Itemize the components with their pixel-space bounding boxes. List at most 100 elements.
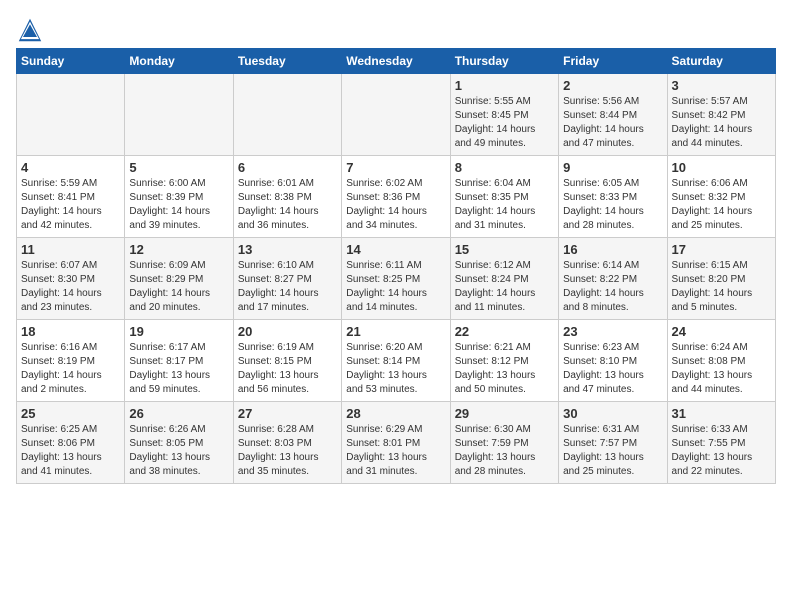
day-header-friday: Friday <box>559 49 667 74</box>
logo <box>16 16 48 44</box>
day-number: 7 <box>346 160 445 175</box>
calendar-table: SundayMondayTuesdayWednesdayThursdayFrid… <box>16 48 776 484</box>
logo-icon <box>16 16 44 44</box>
day-number: 17 <box>672 242 771 257</box>
day-number: 28 <box>346 406 445 421</box>
calendar-cell: 20Sunrise: 6:19 AM Sunset: 8:15 PM Dayli… <box>233 320 341 402</box>
day-info: Sunrise: 6:02 AM Sunset: 8:36 PM Dayligh… <box>346 177 445 233</box>
day-info: Sunrise: 6:20 AM Sunset: 8:14 PM Dayligh… <box>346 341 445 397</box>
calendar-cell: 7 Sunrise: 6:02 AM Sunset: 8:36 PM Daylig… <box>342 156 450 238</box>
day-number: 21 <box>346 324 445 339</box>
day-number: 14 <box>346 242 445 257</box>
page-container: SundayMondayTuesdayWednesdayThursdayFrid… <box>0 0 792 492</box>
day-info: Sunrise: 6:10 AM Sunset: 8:27 PM Dayligh… <box>238 259 337 315</box>
day-number: 24 <box>672 324 771 339</box>
day-number: 9 <box>563 160 662 175</box>
day-number: 16 <box>563 242 662 257</box>
day-info: Sunrise: 6:30 AM Sunset: 7:59 PM Dayligh… <box>455 423 554 479</box>
calendar-cell: 4 Sunrise: 5:59 AM Sunset: 8:41 PM Daylig… <box>17 156 125 238</box>
day-info: Sunrise: 6:23 AM Sunset: 8:10 PM Dayligh… <box>563 341 662 397</box>
calendar-cell: 9 Sunrise: 6:05 AM Sunset: 8:33 PM Daylig… <box>559 156 667 238</box>
calendar-week-3: 11Sunrise: 6:07 AM Sunset: 8:30 PM Dayli… <box>17 238 776 320</box>
header <box>16 16 776 44</box>
day-number: 2 <box>563 78 662 93</box>
day-number: 6 <box>238 160 337 175</box>
day-info: Sunrise: 6:24 AM Sunset: 8:08 PM Dayligh… <box>672 341 771 397</box>
calendar-cell: 31 Sunrise: 6:33 AM Sunset: 7:55 PM Dayli… <box>667 402 775 484</box>
calendar-cell: 16 Sunrise: 6:14 AM Sunset: 8:22 PM Dayli… <box>559 238 667 320</box>
calendar-cell: 27Sunrise: 6:28 AM Sunset: 8:03 PM Dayli… <box>233 402 341 484</box>
day-info: Sunrise: 6:01 AM Sunset: 8:38 PM Dayligh… <box>238 177 337 233</box>
day-number: 12 <box>129 242 228 257</box>
day-number: 8 <box>455 160 554 175</box>
day-number: 25 <box>21 406 120 421</box>
calendar-cell <box>17 74 125 156</box>
day-info: Sunrise: 6:33 AM Sunset: 7:55 PM Dayligh… <box>672 423 771 479</box>
day-info: Sunrise: 5:59 AM Sunset: 8:41 PM Dayligh… <box>21 177 120 233</box>
day-info: Sunrise: 6:04 AM Sunset: 8:35 PM Dayligh… <box>455 177 554 233</box>
day-info: Sunrise: 6:29 AM Sunset: 8:01 PM Dayligh… <box>346 423 445 479</box>
day-number: 23 <box>563 324 662 339</box>
calendar-cell: 10 Sunrise: 6:06 AM Sunset: 8:32 PM Dayli… <box>667 156 775 238</box>
calendar-cell <box>342 74 450 156</box>
calendar-cell: 22Sunrise: 6:21 AM Sunset: 8:12 PM Dayli… <box>450 320 558 402</box>
day-header-sunday: Sunday <box>17 49 125 74</box>
day-info: Sunrise: 6:05 AM Sunset: 8:33 PM Dayligh… <box>563 177 662 233</box>
calendar-cell: 25 Sunrise: 6:25 AM Sunset: 8:06 PM Dayli… <box>17 402 125 484</box>
day-number: 30 <box>563 406 662 421</box>
day-number: 26 <box>129 406 228 421</box>
day-header-wednesday: Wednesday <box>342 49 450 74</box>
day-header-tuesday: Tuesday <box>233 49 341 74</box>
calendar-cell: 12 Sunrise: 6:09 AM Sunset: 8:29 PM Dayli… <box>125 238 233 320</box>
day-number: 15 <box>455 242 554 257</box>
day-info: Sunrise: 5:55 AM Sunset: 8:45 PM Dayligh… <box>455 95 554 151</box>
day-info: Sunrise: 6:25 AM Sunset: 8:06 PM Dayligh… <box>21 423 120 479</box>
day-number: 13 <box>238 242 337 257</box>
day-number: 4 <box>21 160 120 175</box>
calendar-week-2: 4 Sunrise: 5:59 AM Sunset: 8:41 PM Daylig… <box>17 156 776 238</box>
day-info: Sunrise: 6:06 AM Sunset: 8:32 PM Dayligh… <box>672 177 771 233</box>
calendar-cell: 17 Sunrise: 6:15 AM Sunset: 8:20 PM Dayli… <box>667 238 775 320</box>
day-number: 27 <box>238 406 337 421</box>
day-info: Sunrise: 6:16 AM Sunset: 8:19 PM Dayligh… <box>21 341 120 397</box>
day-info: Sunrise: 6:15 AM Sunset: 8:20 PM Dayligh… <box>672 259 771 315</box>
calendar-cell: 30 Sunrise: 6:31 AM Sunset: 7:57 PM Dayli… <box>559 402 667 484</box>
calendar-cell: 15 Sunrise: 6:12 AM Sunset: 8:24 PM Dayli… <box>450 238 558 320</box>
calendar-cell: 13 Sunrise: 6:10 AM Sunset: 8:27 PM Dayli… <box>233 238 341 320</box>
day-number: 10 <box>672 160 771 175</box>
day-number: 31 <box>672 406 771 421</box>
day-info: Sunrise: 6:12 AM Sunset: 8:24 PM Dayligh… <box>455 259 554 315</box>
day-info: Sunrise: 5:57 AM Sunset: 8:42 PM Dayligh… <box>672 95 771 151</box>
day-header-saturday: Saturday <box>667 49 775 74</box>
day-info: Sunrise: 6:00 AM Sunset: 8:39 PM Dayligh… <box>129 177 228 233</box>
day-info: Sunrise: 6:26 AM Sunset: 8:05 PM Dayligh… <box>129 423 228 479</box>
calendar-week-4: 18 Sunrise: 6:16 AM Sunset: 8:19 PM Dayli… <box>17 320 776 402</box>
calendar-cell: 19 Sunrise: 6:17 AM Sunset: 8:17 PM Dayli… <box>125 320 233 402</box>
day-header-thursday: Thursday <box>450 49 558 74</box>
calendar-header-row: SundayMondayTuesdayWednesdayThursdayFrid… <box>17 49 776 74</box>
calendar-cell: 28 Sunrise: 6:29 AM Sunset: 8:01 PM Dayli… <box>342 402 450 484</box>
day-info: Sunrise: 6:17 AM Sunset: 8:17 PM Dayligh… <box>129 341 228 397</box>
calendar-cell <box>233 74 341 156</box>
day-number: 18 <box>21 324 120 339</box>
day-number: 19 <box>129 324 228 339</box>
day-info: Sunrise: 6:31 AM Sunset: 7:57 PM Dayligh… <box>563 423 662 479</box>
calendar-cell <box>125 74 233 156</box>
day-number: 22 <box>455 324 554 339</box>
day-info: Sunrise: 6:07 AM Sunset: 8:30 PM Dayligh… <box>21 259 120 315</box>
day-header-monday: Monday <box>125 49 233 74</box>
day-number: 1 <box>455 78 554 93</box>
day-number: 3 <box>672 78 771 93</box>
calendar-cell: 2 Sunrise: 5:56 AM Sunset: 8:44 PM Daylig… <box>559 74 667 156</box>
day-info: Sunrise: 6:09 AM Sunset: 8:29 PM Dayligh… <box>129 259 228 315</box>
calendar-week-5: 25 Sunrise: 6:25 AM Sunset: 8:06 PM Dayli… <box>17 402 776 484</box>
calendar-cell: 21 Sunrise: 6:20 AM Sunset: 8:14 PM Dayli… <box>342 320 450 402</box>
day-info: Sunrise: 5:56 AM Sunset: 8:44 PM Dayligh… <box>563 95 662 151</box>
calendar-cell: 5Sunrise: 6:00 AM Sunset: 8:39 PM Daylig… <box>125 156 233 238</box>
calendar-cell: 8 Sunrise: 6:04 AM Sunset: 8:35 PM Daylig… <box>450 156 558 238</box>
calendar-week-1: 1 Sunrise: 5:55 AM Sunset: 8:45 PM Daylig… <box>17 74 776 156</box>
calendar-cell: 24 Sunrise: 6:24 AM Sunset: 8:08 PM Dayli… <box>667 320 775 402</box>
calendar-cell: 14Sunrise: 6:11 AM Sunset: 8:25 PM Dayli… <box>342 238 450 320</box>
calendar-cell: 23 Sunrise: 6:23 AM Sunset: 8:10 PM Dayli… <box>559 320 667 402</box>
day-info: Sunrise: 6:14 AM Sunset: 8:22 PM Dayligh… <box>563 259 662 315</box>
